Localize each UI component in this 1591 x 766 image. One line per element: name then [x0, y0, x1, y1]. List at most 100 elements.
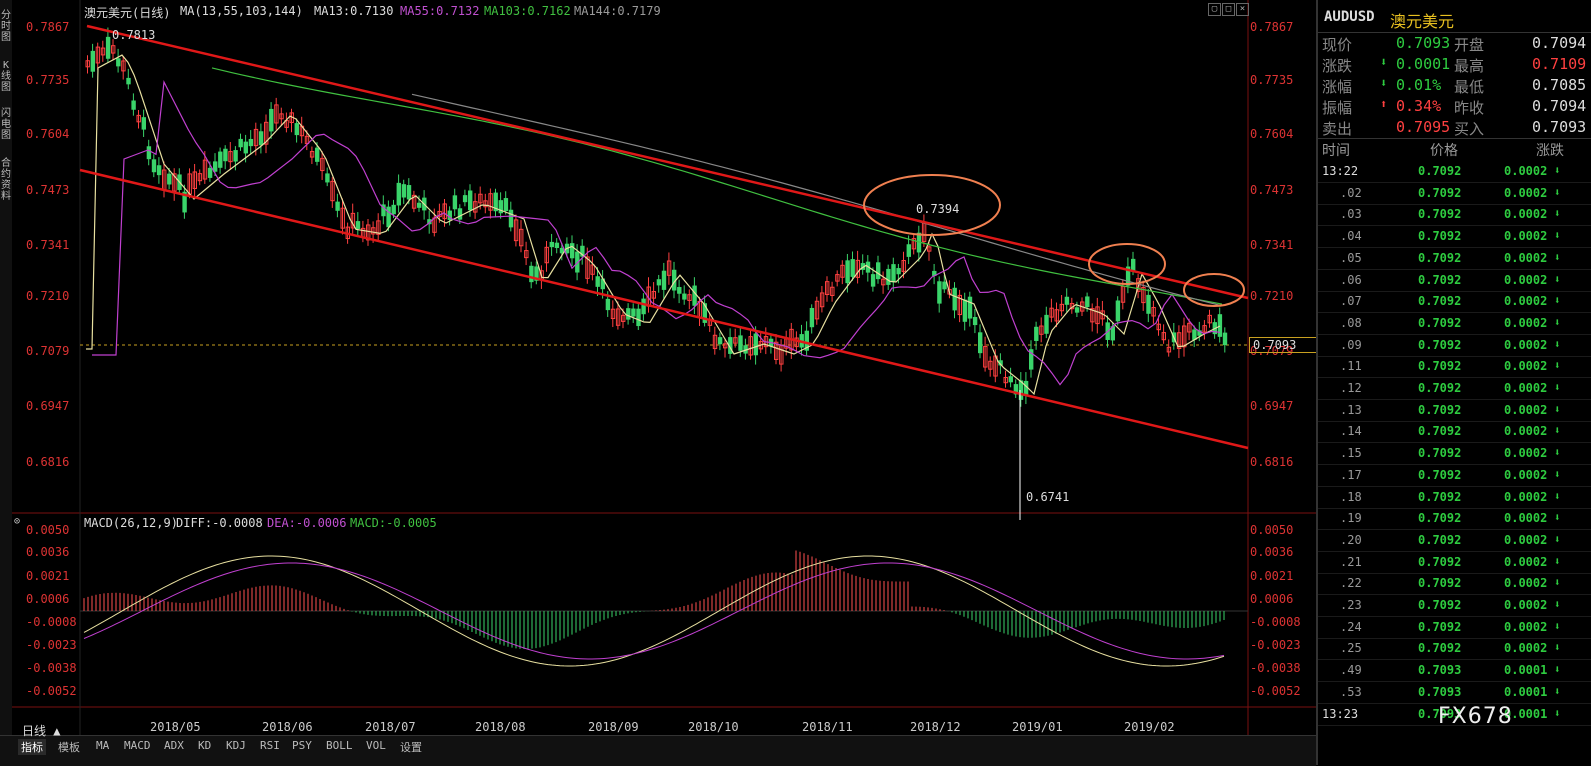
tab-psy[interactable]: PSY — [292, 739, 312, 752]
tab-macd[interactable]: MACD — [124, 739, 151, 752]
tab-contract-info[interactable]: 合约资料 — [0, 158, 12, 202]
price-axis-right-label: 0.7867 — [1250, 20, 1294, 34]
chart-area[interactable]: 澳元美元(日线) MA(13,55,103,144) MA13:0.7130 M… — [12, 0, 1318, 735]
tick-row: .18 0.7092 0.0002 ⬇ — [1318, 487, 1591, 508]
tick-change: 0.0002 — [1504, 532, 1548, 547]
tick-change: 0.0001 — [1504, 663, 1548, 678]
tab-flash-chart[interactable]: 闪电图 — [0, 108, 12, 141]
ticks-header-change: 涨跌 — [1536, 143, 1564, 159]
arrow-down-icon: ⬇ — [1554, 185, 1561, 199]
quote-panel: AUDUSD 澳元美元 现价 0.7093 开盘 0.7094 涨跌 ⬇ 0.0001 最高 0… — [1316, 0, 1591, 765]
price-axis-left-label: 0.7735 — [26, 73, 70, 87]
macd-axis-right-label: 0.0050 — [1250, 523, 1294, 537]
tab-rsi[interactable]: RSI — [260, 739, 280, 752]
ma13-value: MA13:0.7130 — [314, 4, 394, 18]
quote-name: 澳元美元 — [1390, 12, 1455, 31]
tick-time: .05 — [1340, 250, 1362, 265]
tick-change: 0.0002 — [1504, 250, 1548, 265]
tab-settings[interactable]: 设置 — [400, 739, 422, 755]
tick-change: 0.0002 — [1504, 576, 1548, 591]
tick-time: .12 — [1340, 381, 1362, 395]
price-axis-left-label: 0.7604 — [26, 127, 70, 141]
macd-axis-left-label: -0.0038 — [26, 661, 77, 675]
quote-label: 最高 — [1454, 57, 1485, 75]
macd-macd-value: MACD:-0.0005 — [350, 516, 437, 530]
tick-time: .19 — [1340, 511, 1362, 526]
tick-change: 0.0001 — [1504, 684, 1548, 699]
candlesticks — [85, 27, 1228, 407]
tab-kd[interactable]: KD — [198, 739, 211, 752]
arrow-up-icon: ⬆ — [1380, 97, 1388, 111]
macd-axis-left-label: 0.0050 — [26, 523, 70, 537]
price-axis-left-label: 0.6816 — [26, 455, 70, 469]
quote-value: 0.7094 — [1532, 97, 1587, 115]
tab-ma[interactable]: MA — [96, 739, 109, 752]
tick-row: .07 0.7092 0.0002 ⬇ — [1318, 291, 1591, 312]
time-axis-label: 2018/11 — [802, 720, 853, 734]
tick-price: 0.7092 — [1418, 511, 1462, 526]
tick-row: .25 0.7092 0.0002 ⬇ — [1318, 638, 1591, 659]
quote-label: 振幅 — [1322, 99, 1353, 117]
quote-label: 涨跌 — [1322, 57, 1353, 75]
restore-icon[interactable]: ▢ — [1208, 3, 1221, 16]
tick-change: 0.0002 — [1504, 294, 1548, 309]
arrow-down-icon: ⬇ — [1554, 576, 1561, 590]
close-icon[interactable]: × — [1236, 3, 1249, 16]
tick-time: .11 — [1340, 359, 1362, 374]
tick-row: .49 0.7093 0.0001 ⬇ — [1318, 660, 1591, 681]
arrow-down-icon: ⬇ — [1554, 619, 1561, 633]
tick-time: .13 — [1340, 402, 1362, 417]
tab-timeshare[interactable]: 分时图 — [0, 10, 12, 43]
tick-row: .05 0.7092 0.0002 ⬇ — [1318, 248, 1591, 269]
arrow-down-icon: ⬇ — [1554, 641, 1561, 655]
tick-time: .14 — [1340, 424, 1362, 439]
quote-value: 0.7094 — [1532, 34, 1587, 52]
tick-change: 0.0002 — [1504, 554, 1548, 569]
macd-diff-value: DIFF:-0.0008 — [176, 516, 263, 530]
quote-label: 昨收 — [1454, 99, 1485, 117]
tick-row: .15 0.7092 0.0002 ⬇ — [1318, 443, 1591, 464]
price-axis-right-label: 0.6816 — [1250, 455, 1294, 469]
time-axis-label: 2018/07 — [365, 720, 416, 734]
tick-time: .20 — [1340, 532, 1362, 547]
quote-symbol: AUDUSD — [1324, 9, 1375, 25]
macd-axis-left-label: -0.0052 — [26, 684, 77, 698]
tick-row: .21 0.7092 0.0002 ⬇ — [1318, 552, 1591, 573]
arrow-down-icon: ⬇ — [1554, 294, 1561, 308]
tick-time: .24 — [1340, 619, 1362, 634]
tick-time: .02 — [1340, 185, 1362, 200]
arrow-down-icon: ⬇ — [1380, 55, 1388, 69]
chart-title: 澳元美元(日线) — [84, 6, 171, 20]
tab-boll[interactable]: BOLL — [326, 739, 353, 752]
arrow-down-icon: ⬇ — [1554, 706, 1561, 720]
tick-change: 0.0002 — [1504, 337, 1548, 352]
arrow-down-icon: ⬇ — [1554, 467, 1561, 481]
macd-axis-left-label: 0.0036 — [26, 545, 70, 559]
arrow-down-icon: ⬇ — [1554, 424, 1561, 438]
macd-settings-icon[interactable]: ⊙ — [14, 516, 20, 527]
tab-adx[interactable]: ADX — [164, 739, 184, 752]
arrow-down-icon: ⬇ — [1554, 532, 1561, 546]
tick-change: 0.0002 — [1504, 446, 1548, 461]
quote-value: 0.7093 — [1396, 34, 1451, 52]
tick-time: .06 — [1340, 272, 1362, 287]
maximize-icon[interactable]: □ — [1222, 3, 1235, 16]
arrow-down-icon: ⬇ — [1554, 511, 1561, 525]
tab-template[interactable]: 模板 — [58, 739, 80, 755]
time-axis-label: 2018/10 — [688, 720, 739, 734]
tab-kline[interactable]: K线图 — [0, 60, 12, 93]
tab-kdj[interactable]: KDJ — [226, 739, 246, 752]
channel-upper-line — [86, 24, 1249, 300]
arrow-down-icon: ⬇ — [1554, 684, 1561, 698]
arrow-down-icon: ⬇ — [1554, 402, 1561, 416]
arrow-down-icon: ⬇ — [1554, 337, 1561, 351]
tick-row: 13:22 0.7092 0.0002 ⬇ — [1318, 161, 1591, 182]
period-selector[interactable]: 日线 ▲ — [22, 722, 60, 739]
tab-indicator[interactable]: 指标 — [18, 739, 46, 755]
tick-price: 0.7092 — [1418, 576, 1462, 591]
tick-row: .04 0.7092 0.0002 ⬇ — [1318, 226, 1591, 247]
tab-vol[interactable]: VOL — [366, 739, 386, 752]
quote-value: 0.34% — [1396, 97, 1442, 115]
tick-price: 0.7092 — [1418, 272, 1462, 287]
tick-time: .08 — [1340, 315, 1362, 330]
